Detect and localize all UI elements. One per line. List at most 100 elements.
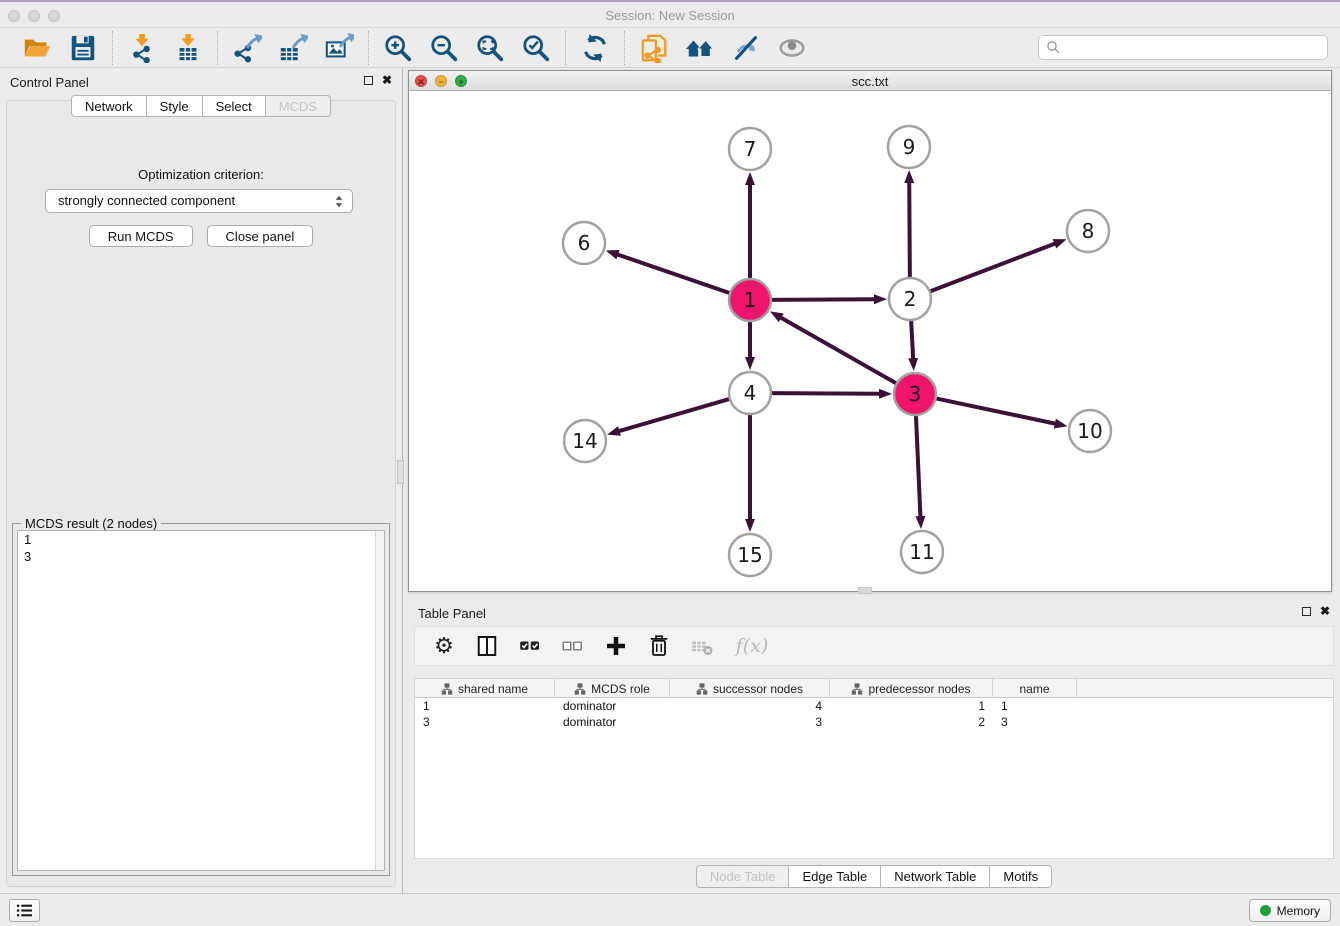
columns-button[interactable] <box>474 633 500 659</box>
result-scrollbar[interactable] <box>375 531 384 870</box>
table-delete-icon <box>690 634 714 658</box>
edge-4-3[interactable] <box>769 393 880 394</box>
graph-node-label-14: 14 <box>572 429 597 453</box>
mcds-result-list[interactable]: 13 <box>17 530 385 871</box>
status-bar: Memory <box>0 893 1340 926</box>
save-icon <box>68 33 98 63</box>
select-chevrons-icon <box>332 194 346 209</box>
trash-button[interactable] <box>646 633 672 659</box>
export-table-button[interactable] <box>277 32 309 64</box>
control-panel-title: Control Panel <box>10 75 89 90</box>
table-delete-button[interactable] <box>689 633 715 659</box>
graph-node-label-3: 3 <box>909 382 922 406</box>
tab-motifs[interactable]: Motifs <box>990 865 1052 888</box>
column-header-MCDS-role[interactable]: MCDS role <box>555 679 670 698</box>
vertical-splitter-grip[interactable] <box>397 460 404 484</box>
table-panel-title: Table Panel <box>418 606 486 621</box>
zoom-fit-icon <box>475 33 505 63</box>
memory-label: Memory <box>1277 904 1320 918</box>
network-view-window: ✕ − + scc.txt 7968124314101511 <box>408 70 1332 592</box>
network-window-titlebar[interactable]: ✕ − + scc.txt <box>409 71 1331 91</box>
network-canvas[interactable]: 7968124314101511 <box>409 91 1331 591</box>
memory-button[interactable]: Memory <box>1249 899 1331 922</box>
export-table-icon <box>278 33 308 63</box>
save-button[interactable] <box>67 32 99 64</box>
edge-1-6[interactable] <box>617 254 732 293</box>
plus-icon <box>604 634 628 658</box>
table-panel-header: Table Panel ✖ <box>408 599 1340 626</box>
export-image-button[interactable] <box>323 32 355 64</box>
edge-2-9[interactable] <box>909 182 910 280</box>
table-row[interactable]: 3dominator323 <box>415 714 1333 730</box>
tab-edge-table[interactable]: Edge Table <box>789 865 881 888</box>
tab-network-table[interactable]: Network Table <box>881 865 990 888</box>
close-table-panel-icon[interactable]: ✖ <box>1320 606 1330 616</box>
table-cell: 3 <box>415 714 555 730</box>
control-panel: Control Panel ✖ NetworkStyleSelectMCDS O… <box>0 68 403 895</box>
zoom-in-button[interactable] <box>382 32 414 64</box>
checks-off-button[interactable] <box>560 633 586 659</box>
table-row[interactable]: 1dominator411 <box>415 698 1333 714</box>
refresh-button[interactable] <box>579 32 611 64</box>
search-icon <box>1046 40 1061 55</box>
tab-select[interactable]: Select <box>203 95 266 117</box>
show-eye-button[interactable] <box>776 32 808 64</box>
column-header-name[interactable]: name <box>993 679 1077 698</box>
edge-3-10[interactable] <box>934 398 1056 424</box>
criterion-value: strongly connected component <box>58 193 235 208</box>
table-cell: 1 <box>830 698 993 714</box>
graph-node-label-15: 15 <box>737 543 762 567</box>
optimization-criterion-label: Optimization criterion: <box>7 167 395 182</box>
gear-button[interactable]: ⚙ <box>431 633 457 659</box>
edge-3-1[interactable] <box>780 317 898 384</box>
tab-mcds[interactable]: MCDS <box>266 95 331 117</box>
float-panel-icon[interactable] <box>364 76 373 85</box>
table-header-row: shared nameMCDS rolesuccessor nodesprede… <box>415 679 1333 698</box>
hide-eye-icon <box>731 33 761 63</box>
home-button[interactable] <box>684 32 716 64</box>
clone-network-button[interactable] <box>638 32 670 64</box>
tab-node-table[interactable]: Node Table <box>696 865 790 888</box>
fx-button[interactable]: f(x) <box>732 633 772 659</box>
table-cell: 1 <box>415 698 555 714</box>
run-mcds-button[interactable]: Run MCDS <box>89 225 193 247</box>
edge-2-8[interactable] <box>928 243 1056 292</box>
column-header-shared-name[interactable]: shared name <box>415 679 555 698</box>
tab-style[interactable]: Style <box>147 95 203 117</box>
edge-4-14[interactable] <box>619 398 732 431</box>
import-table-button[interactable] <box>172 32 204 64</box>
column-type-icon <box>696 683 708 695</box>
open-folder-button[interactable] <box>21 32 53 64</box>
graph-node-label-8: 8 <box>1082 219 1095 243</box>
export-network-button[interactable] <box>231 32 263 64</box>
edge-3-11[interactable] <box>916 413 921 517</box>
mcds-result-title: MCDS result (2 nodes) <box>21 516 161 531</box>
plus-button[interactable] <box>603 633 629 659</box>
zoom-fit-button[interactable] <box>474 32 506 64</box>
search-input[interactable] <box>1061 37 1327 58</box>
zoom-selected-button[interactable] <box>520 32 552 64</box>
hide-eye-button[interactable] <box>730 32 762 64</box>
trash-icon <box>647 634 671 658</box>
task-history-button[interactable] <box>9 899 40 922</box>
edge-2-3[interactable] <box>911 318 913 359</box>
import-network-button[interactable] <box>126 32 158 64</box>
float-table-panel-icon[interactable] <box>1302 607 1311 616</box>
column-header-successor-nodes[interactable]: successor nodes <box>670 679 830 698</box>
mcds-panel: Optimization criterion: strongly connect… <box>6 100 396 887</box>
table-cell: dominator <box>555 698 670 714</box>
close-panel-icon[interactable]: ✖ <box>382 75 392 85</box>
open-folder-icon <box>22 33 52 63</box>
zoom-out-button[interactable] <box>428 32 460 64</box>
columns-icon <box>475 634 499 658</box>
checks-on-button[interactable] <box>517 633 543 659</box>
import-table-icon <box>173 33 203 63</box>
horizontal-splitter-grip[interactable] <box>858 587 872 594</box>
edge-1-2[interactable] <box>769 299 875 300</box>
close-panel-button[interactable]: Close panel <box>207 225 314 247</box>
criterion-select[interactable]: strongly connected component <box>45 189 353 213</box>
column-header-predecessor-nodes[interactable]: predecessor nodes <box>830 679 993 698</box>
clone-network-icon <box>639 33 669 63</box>
tab-network[interactable]: Network <box>71 95 147 117</box>
table-cell: 3 <box>670 714 830 730</box>
